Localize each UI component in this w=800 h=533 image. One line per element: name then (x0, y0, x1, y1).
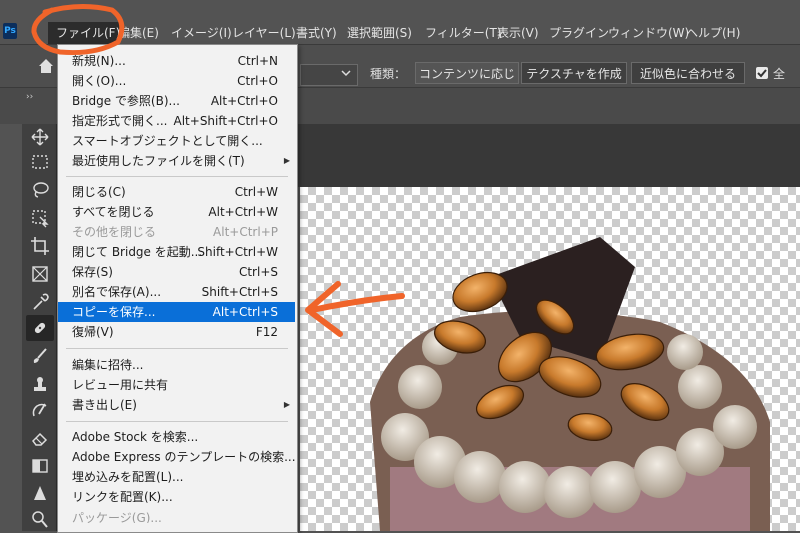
menu-image[interactable]: イメージ(I) (171, 22, 232, 44)
menu-item-save-as[interactable]: 別名で保存(A)... Shift+Ctrl+S (58, 282, 295, 302)
menu-item-open-recent[interactable]: 最近使用したファイルを開く(T) ▶ (58, 151, 295, 171)
menu-item-shortcut: Ctrl+N (237, 54, 278, 68)
menu-item-shortcut: Shift+Ctrl+S (201, 285, 278, 299)
menu-separator (66, 421, 288, 422)
menu-item-label: リンクを配置(K)... (72, 490, 173, 504)
chevron-down-icon (341, 70, 351, 77)
menu-item-place-embedded[interactable]: 埋め込みを配置(L)... (58, 467, 295, 487)
menu-item-shortcut: Alt+Ctrl+O (210, 94, 278, 108)
history-brush-icon[interactable] (30, 400, 50, 420)
menu-item-invite-to-edit[interactable]: 編集に招待... (58, 355, 295, 375)
menu-item-label: 保存(S) (72, 265, 113, 279)
marquee-icon[interactable] (30, 152, 50, 172)
menu-select[interactable]: 選択範囲(S) (347, 22, 412, 44)
menu-item-label: 別名で保存(A)... (72, 285, 162, 299)
menu-item-revert[interactable]: 復帰(V) F12 (58, 322, 295, 342)
menu-item-close-others: その他を閉じる Alt+Ctrl+P (58, 222, 295, 242)
menu-type[interactable]: 書式(Y) (296, 22, 337, 44)
menu-window[interactable]: ウィンドウ(W) (608, 22, 689, 44)
menu-item-share-for-review[interactable]: レビュー用に共有 (58, 375, 295, 395)
object-select-icon[interactable] (30, 208, 50, 228)
sample-all-layers-checkbox[interactable] (756, 67, 768, 79)
menu-item-search-express-templates[interactable]: Adobe Express のテンプレートの検索... (58, 447, 296, 467)
menu-item-close-all[interactable]: すべてを閉じる Alt+Ctrl+W (58, 202, 295, 222)
menu-item-close[interactable]: 閉じる(C) Ctrl+W (58, 182, 295, 202)
menu-item-search-adobe-stock[interactable]: Adobe Stock を検索... (58, 427, 295, 447)
annotation-circle (31, 3, 125, 55)
stamp-icon[interactable] (30, 374, 50, 394)
menu-item-browse-bridge[interactable]: Bridge で参照(B)... Alt+Ctrl+O (58, 91, 295, 111)
menu-item-label: 復帰(V) (72, 325, 114, 339)
menu-item-label: 埋め込みを配置(L)... (72, 470, 184, 484)
menu-item-label: 閉じて Bridge を起動... (72, 245, 203, 259)
annotation-arrow (305, 281, 405, 337)
menu-item-label: 閉じる(C) (72, 185, 126, 199)
type-proximity-match-button[interactable]: 近似色に合わせる (631, 62, 745, 84)
collapse-panel-icon[interactable]: ›› (26, 92, 33, 102)
submenu-arrow-icon: ▶ (283, 156, 290, 165)
lasso-icon[interactable] (30, 180, 50, 200)
menu-item-label: 書き出し(E) (72, 398, 137, 412)
type-content-aware-button[interactable]: コンテンツに応じる (415, 62, 519, 103)
menu-item-open-as[interactable]: 指定形式で開く... Alt+Shift+Ctrl+O (58, 111, 295, 131)
menu-view[interactable]: 表示(V) (497, 22, 539, 44)
move-icon[interactable] (30, 127, 50, 147)
menu-plugins[interactable]: プラグイン (549, 22, 609, 44)
menu-item-label: 編集に招待... (72, 358, 144, 372)
menu-item-close-go-bridge[interactable]: 閉じて Bridge を起動... Shift+Ctrl+W (58, 242, 295, 262)
menu-item-shortcut: Ctrl+W (234, 185, 278, 199)
menu-item-label: コピーを保存... (72, 305, 156, 319)
menu-layer[interactable]: レイヤー(L) (232, 22, 296, 44)
menu-item-save[interactable]: 保存(S) Ctrl+S (58, 262, 295, 282)
spot-healing-tool-button[interactable] (26, 315, 54, 341)
sample-all-layers-label: 全 (773, 67, 786, 81)
menu-item-shortcut: Ctrl+O (237, 74, 278, 88)
sharpen-icon[interactable] (30, 483, 50, 503)
frame-icon[interactable] (30, 264, 50, 284)
menu-item-label: レビュー用に共有 (72, 378, 169, 392)
submenu-arrow-icon: ▶ (283, 400, 290, 409)
crop-icon[interactable] (30, 236, 50, 256)
gradient-icon[interactable] (30, 456, 50, 476)
menu-item-open[interactable]: 開く(O)... Ctrl+O (58, 71, 295, 91)
menu-item-label: その他を閉じる (72, 225, 157, 239)
cake-image (370, 237, 770, 531)
type-create-texture-button[interactable]: テクスチャを作成 (521, 62, 627, 84)
eyedropper-icon[interactable] (30, 292, 50, 312)
menu-item-shortcut: Shift+Ctrl+W (197, 245, 278, 259)
menu-filter[interactable]: フィルター(T) (425, 22, 501, 44)
type-label: 種類： (370, 67, 407, 81)
menu-item-export[interactable]: 書き出し(E) ▶ (58, 395, 295, 415)
eraser-icon[interactable] (30, 428, 50, 448)
menu-item-label: Adobe Express のテンプレートの検索... (72, 450, 296, 464)
home-icon[interactable] (38, 58, 54, 74)
menu-item-label: 最近使用したファイルを開く(T) (72, 154, 245, 168)
menu-item-shortcut: Alt+Ctrl+P (213, 225, 278, 239)
menu-item-package: パッケージ(G)... (58, 508, 295, 523)
menu-item-shortcut: Alt+Shift+Ctrl+O (173, 114, 278, 128)
menu-item-shortcut: Ctrl+S (238, 265, 278, 279)
menu-item-shortcut: Alt+Ctrl+W (208, 205, 278, 219)
menu-help[interactable]: ヘルプ(H) (686, 22, 740, 44)
menu-separator (66, 176, 288, 177)
menu-item-label: すべてを閉じる (72, 205, 155, 219)
menu-item-label: 指定形式で開く... (72, 114, 168, 128)
spot-healing-icon (34, 322, 46, 334)
menu-item-shortcut: F12 (255, 325, 278, 339)
menu-item-label: パッケージ(G)... (72, 511, 162, 523)
menu-item-label: Bridge で参照(B)... (72, 94, 180, 108)
dodge-icon[interactable] (30, 509, 50, 529)
menu-item-place-linked[interactable]: リンクを配置(K)... (58, 487, 295, 507)
menu-item-label: Adobe Stock を検索... (72, 430, 199, 444)
menu-item-label: スマートオブジェクトとして開く... (72, 134, 263, 148)
menu-separator (66, 348, 288, 349)
menu-item-shortcut: Alt+Ctrl+S (212, 305, 278, 319)
menu-item-label: 開く(O)... (72, 74, 127, 88)
menu-item-open-smart-object[interactable]: スマートオブジェクトとして開く... (58, 131, 295, 151)
brush-icon[interactable] (30, 346, 50, 366)
menu-item-save-copy[interactable]: コピーを保存... Alt+Ctrl+S (58, 302, 295, 322)
